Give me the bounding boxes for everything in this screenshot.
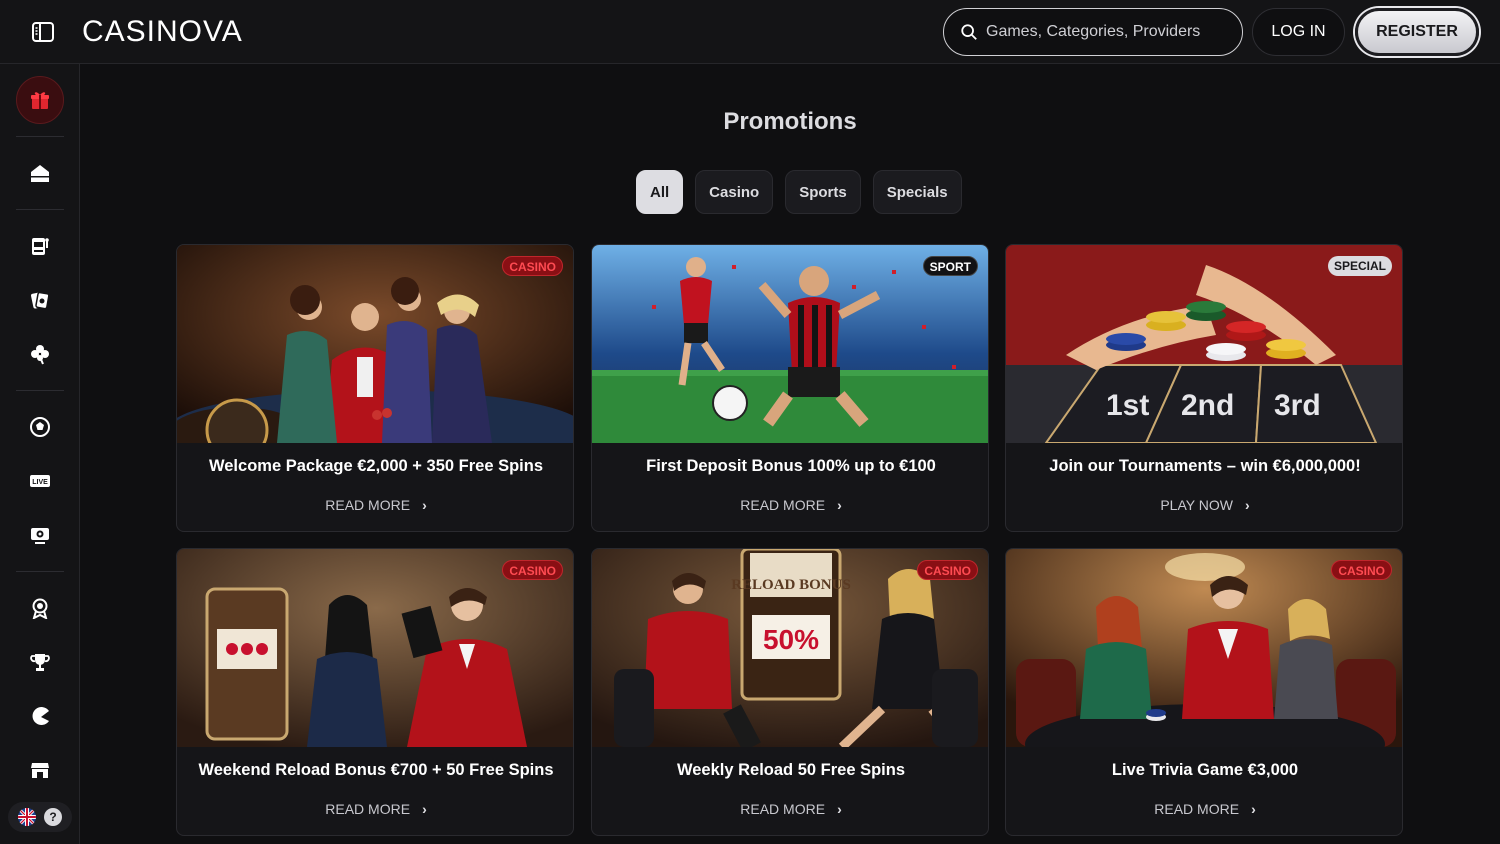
sidebar: LIVE ? (0, 64, 80, 844)
pacman-icon (32, 707, 49, 725)
promo-title: Live Trivia Game €3,000 (1111, 761, 1299, 779)
promo-title: Weekend Reload Bonus €700 + 50 Free Spin… (198, 761, 554, 779)
promo-filters: All Casino Sports Specials (636, 170, 962, 214)
sidebar-item-live[interactable]: LIVE (24, 465, 56, 497)
promo-card[interactable]: SPORT First Deposit Bonus 100% up to €10… (591, 244, 989, 532)
promo-image[interactable]: CASINO (177, 245, 573, 443)
live-icon-label: LIVE (32, 479, 48, 486)
promo-card[interactable]: CASINO Welcome Package €2,000 + 350 Free… (176, 244, 574, 532)
sidebar-item-home[interactable] (24, 157, 56, 189)
read-more-label: READ MORE (325, 801, 411, 817)
read-more-link[interactable]: READ MORE › (592, 497, 988, 513)
podium-label: 2nd (1181, 389, 1234, 422)
promo-title: Welcome Package €2,000 + 350 Free Spins (208, 457, 544, 475)
sidebar-item-tournaments[interactable] (24, 646, 56, 678)
promo-card[interactable]: 1st 2nd 3rd SPECIAL Join our Tournaments… (1005, 244, 1403, 532)
reload-bonus-sign: RELOAD BONUS (731, 577, 851, 593)
chevron-right-icon: › (1251, 801, 1256, 817)
podium-label: 3rd (1274, 389, 1321, 422)
chevron-right-icon: › (1244, 497, 1250, 513)
chevron-right-icon: › (837, 497, 842, 513)
top-header: CASINOVA LOG IN REGISTER (0, 0, 1500, 64)
clover-icon (31, 345, 49, 365)
search-box[interactable] (943, 8, 1243, 56)
sidebar-divider (16, 136, 64, 137)
category-badge: CASINO (502, 256, 563, 276)
slot-machine-icon (32, 238, 49, 255)
search-input[interactable] (986, 23, 1226, 41)
promo-image[interactable]: RELOAD BONUS 50% CASINO (592, 549, 988, 747)
search-icon (961, 24, 977, 40)
poker-chip-icon (31, 291, 50, 310)
promo-title: Join our Tournaments – win €6,000,000! (1049, 457, 1361, 475)
soccer-ball-icon (30, 417, 50, 437)
read-more-label: READ MORE (740, 801, 826, 817)
play-now-label: PLAY NOW (1160, 497, 1233, 513)
brand-logo[interactable]: CASINOVA (82, 15, 243, 49)
promo-card[interactable]: CASINO Weekend Reload Bonus €700 + 50 Fr… (176, 548, 574, 836)
filter-all[interactable]: All (636, 170, 684, 214)
virtual-sports-icon (31, 528, 49, 544)
promo-image[interactable]: CASINO (177, 549, 573, 747)
read-more-label: READ MORE (1154, 801, 1240, 817)
sidebar-divider (16, 571, 64, 572)
page-title: Promotions (723, 108, 857, 135)
play-now-link[interactable]: PLAY NOW › (1006, 497, 1402, 513)
sidebar-item-slots[interactable] (24, 230, 56, 262)
sidebar-item-sports[interactable] (24, 411, 56, 443)
read-more-link[interactable]: READ MORE › (177, 497, 573, 513)
uk-flag-icon[interactable] (18, 808, 36, 826)
read-more-link[interactable]: READ MORE › (592, 801, 988, 817)
filter-specials[interactable]: Specials (872, 170, 962, 214)
category-badge: SPORT (922, 256, 978, 276)
promo-card[interactable]: RELOAD BONUS 50% CASINO Weekly Reload 50… (591, 548, 989, 836)
read-more-label: READ MORE (740, 497, 826, 513)
sidebar-footer: ? (8, 802, 72, 832)
chevron-right-icon: › (837, 801, 842, 817)
badge-icon (32, 598, 48, 619)
login-button[interactable]: LOG IN (1252, 8, 1345, 56)
sidebar-item-vip[interactable] (24, 592, 56, 624)
promo-image[interactable]: CASINO (1006, 549, 1402, 747)
sidebar-item-virtual-sports[interactable] (24, 519, 56, 551)
promo-image[interactable]: SPORT (592, 245, 988, 443)
trophy-icon (30, 654, 50, 671)
category-badge: SPECIAL (1327, 256, 1392, 276)
sidebar-item-promotions[interactable] (16, 76, 64, 124)
category-badge: CASINO (917, 560, 978, 580)
promo-title: Weekly Reload 50 Free Spins (676, 761, 906, 779)
promo-image[interactable]: 1st 2nd 3rd SPECIAL (1006, 245, 1402, 443)
read-more-label: READ MORE (325, 497, 411, 513)
read-more-link[interactable]: READ MORE › (177, 801, 573, 817)
register-button[interactable]: REGISTER (1355, 8, 1479, 56)
promo-card[interactable]: CASINO Live Trivia Game €3,000 READ MORE… (1005, 548, 1403, 836)
category-badge: CASINO (502, 560, 563, 580)
sidebar-toggle-icon[interactable] (31, 20, 55, 44)
sidebar-item-table-games[interactable] (24, 284, 56, 316)
home-icon (31, 165, 49, 182)
help-icon[interactable]: ? (44, 808, 62, 826)
sidebar-item-arcade[interactable] (24, 700, 56, 732)
filter-casino[interactable]: Casino (695, 170, 774, 214)
sidebar-divider (16, 390, 64, 391)
podium-label: 1st (1106, 389, 1149, 422)
chevron-right-icon: › (422, 801, 427, 817)
read-more-link[interactable]: READ MORE › (1006, 801, 1402, 817)
category-badge: CASINO (1331, 560, 1392, 580)
sidebar-divider (16, 209, 64, 210)
filter-sports[interactable]: Sports (785, 170, 861, 214)
sidebar-item-lucky[interactable] (24, 338, 56, 370)
gift-icon (31, 92, 49, 109)
shop-icon (31, 763, 49, 778)
sidebar-item-shop[interactable] (24, 754, 56, 786)
live-icon: LIVE (30, 475, 50, 487)
chevron-right-icon: › (422, 497, 427, 513)
promo-title: First Deposit Bonus 100% up to €100 (646, 457, 936, 475)
reload-percent-label: 50% (763, 624, 819, 655)
